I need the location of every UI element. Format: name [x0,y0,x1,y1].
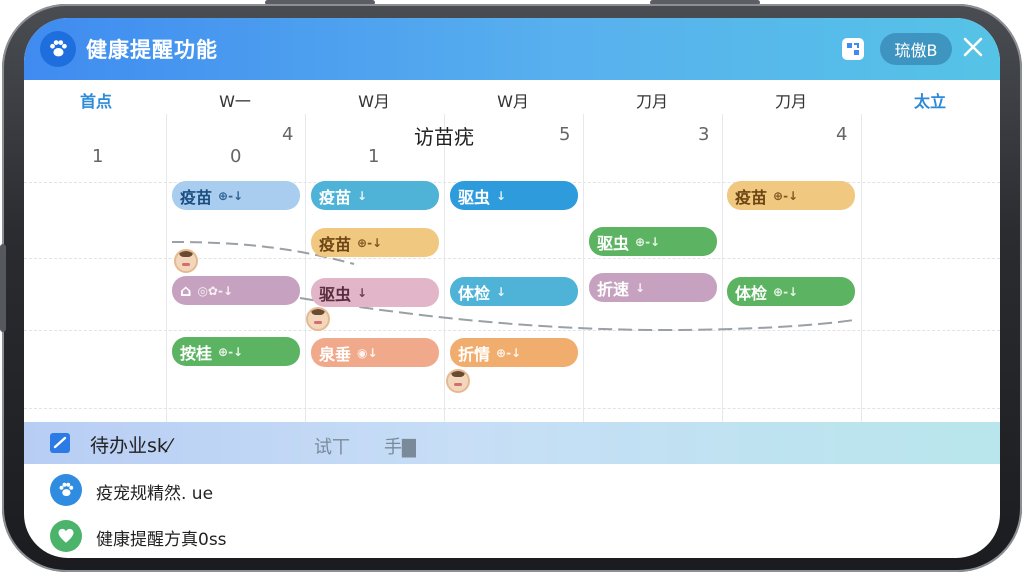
event-chip[interactable]: 疫苗 ⊕-↓ [727,181,855,210]
phone-side-button [0,244,6,332]
todo-tab[interactable]: 手▇ [384,433,416,459]
grid-row-line [24,408,1000,409]
col-header-1[interactable]: W一 [175,88,295,112]
header-user-pill[interactable]: 琉傲B [880,33,952,65]
grid-line [444,114,445,424]
day-number: 4 [836,124,848,145]
event-chip[interactable]: 驱虫 ↓ [311,278,439,307]
todo-label: 待办业sk⁄ [90,435,172,457]
grid-line [583,114,584,424]
day-number: 5 [559,124,571,145]
day-number: 1 [368,146,380,167]
avatar[interactable] [306,307,330,331]
event-chip[interactable]: 折情 ⊕-↓ [450,338,578,367]
paw-icon[interactable] [40,31,76,67]
list-item-text: 疫宠规精然. ue [96,484,214,504]
close-icon[interactable] [962,36,984,58]
app-screen: 健康提醒功能 琉傲B 首点 W一 W月 W月 刀月 刀月 太立 1 4 0 1 … [24,18,1000,558]
list-item[interactable]: 疫宠规精然. ue [24,468,1000,512]
event-chip[interactable]: 体检 ↓ [450,277,578,306]
event-chip[interactable]: 驱虫 ⊕-↓ [589,227,717,256]
widget-icon[interactable] [842,38,864,60]
event-chip[interactable]: 驱虫 ↓ [450,181,578,210]
event-chip[interactable]: 疫苗 ⊕-↓ [311,228,439,257]
checkbox-icon[interactable] [50,433,70,453]
col-header-4[interactable]: 刀月 [592,88,712,112]
col-header-3[interactable]: W月 [453,88,573,112]
todo-tab[interactable]: 试丅 [314,433,350,459]
event-chip[interactable]: 疫苗 ⊕-↓ [172,181,300,210]
avatar[interactable] [446,369,470,393]
cell-title: 访苗疣 [414,125,474,149]
avatar[interactable] [174,249,198,273]
event-chip[interactable]: 折速 ↓ [589,273,717,302]
day-number: 3 [698,124,710,145]
col-header-0[interactable]: 首点 [36,88,156,112]
grid-row-line [24,258,1000,259]
event-chip[interactable]: 泉垂 ◉↓ [311,338,439,367]
grid-row-line [24,330,1000,331]
day-number: 1 [92,146,104,167]
event-chip[interactable]: 疫苗 ↓ [311,181,439,210]
list-item-text: 健康提醒方真0ss [96,530,227,550]
event-chip[interactable]: ⌂ ◎✿-↓ [172,276,300,305]
todo-bar[interactable]: 待办业sk⁄ 试丅 手▇ [24,422,1000,464]
col-header-6[interactable]: 太立 [870,88,990,112]
paw-icon [50,474,82,506]
app-title: 健康提醒功能 [86,38,218,62]
app-header: 健康提醒功能 琉傲B [24,18,1000,80]
phone-device: 健康提醒功能 琉傲B 首点 W一 W月 W月 刀月 刀月 太立 1 4 0 1 … [0,0,1024,576]
heart-icon [50,520,82,552]
event-chip[interactable]: 按桂 ⊕-↓ [172,337,300,366]
grid-line [722,114,723,424]
col-header-5[interactable]: 刀月 [731,88,851,112]
day-number: 0 [230,146,242,167]
grid-line [305,114,306,424]
event-chip[interactable]: 体检 ⊕-↓ [727,277,855,306]
day-number: 4 [282,124,294,145]
grid-line [166,114,167,424]
grid-line [861,114,862,424]
list-item[interactable]: 健康提醒方真0ss [24,514,1000,558]
col-header-2[interactable]: W月 [314,88,434,112]
